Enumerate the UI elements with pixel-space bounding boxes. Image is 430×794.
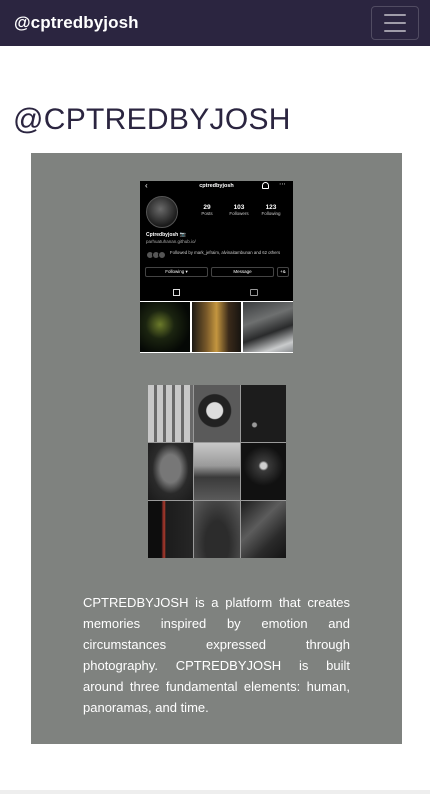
ig-stat-label: Followers: [229, 211, 249, 216]
ig-message-button: Message: [211, 267, 274, 277]
brand-link[interactable]: @cptredbyjosh: [14, 13, 139, 33]
navbar-toggler-button[interactable]: [371, 6, 419, 40]
ig-stat-value: 29: [203, 204, 211, 211]
photo-tile: [194, 385, 240, 442]
photo-grid-image: [148, 385, 286, 558]
photo-tile: [148, 443, 194, 500]
photo-tile: [148, 385, 194, 442]
navbar: @cptredbyjosh: [0, 0, 430, 46]
ig-stat-posts: 29 Posts: [194, 204, 220, 216]
ig-post-thumbnail: [243, 302, 293, 352]
ig-stat-label: Posts: [201, 211, 213, 216]
footer-divider: [0, 790, 430, 794]
ig-post-thumbnail: [140, 302, 190, 352]
hamburger-menu-icon-line: [384, 22, 406, 24]
ig-website: parhuatuhanan.github.io/: [146, 239, 196, 244]
hamburger-menu-icon: [384, 14, 406, 16]
photo-tile: [194, 501, 240, 558]
ig-display-name: Cptredbyjosh 📷: [146, 232, 186, 238]
ig-stat-followers: 103 Followers: [226, 204, 252, 216]
tagged-icon: [250, 289, 258, 296]
more-icon: ⋯: [279, 181, 286, 188]
ig-top-bar: ‹ cptredbyjosh ⋯: [140, 181, 293, 191]
photo-tile: [148, 501, 194, 558]
ig-follower-avatars: [146, 251, 166, 259]
ig-stat-label: Following: [261, 211, 281, 216]
ig-tabs: [140, 287, 293, 299]
ig-post-thumbnail: [191, 302, 242, 352]
ig-stat-following: 123 Following: [258, 204, 284, 216]
ig-add-user-button: +&: [277, 267, 289, 277]
ig-post-grid: [140, 301, 293, 353]
ig-avatar: [146, 196, 178, 228]
photo-tile: [240, 501, 286, 558]
ig-followed-by: Followed by mark_jefraim, alvinaitambuna…: [170, 250, 281, 255]
ig-following-button: Following ▾: [145, 267, 208, 277]
bell-icon: [262, 182, 269, 189]
instagram-profile-screenshot: ‹ cptredbyjosh ⋯ 29 Posts 103 Followers …: [140, 181, 293, 353]
ig-username: cptredbyjosh: [199, 183, 234, 189]
photo-tile: [194, 443, 240, 500]
ig-stat-value: 103: [233, 204, 245, 211]
page-title: @CPTREDBYJOSH: [13, 103, 291, 136]
hamburger-menu-icon-line: [384, 30, 406, 32]
photo-tile: [240, 443, 286, 500]
photo-tile: [240, 385, 286, 442]
about-description: CPTREDBYJOSH is a platform that creates …: [83, 595, 350, 715]
ig-stat-value: 123: [265, 204, 277, 211]
about-card: ‹ cptredbyjosh ⋯ 29 Posts 103 Followers …: [31, 153, 402, 744]
grid-icon: [173, 289, 180, 296]
